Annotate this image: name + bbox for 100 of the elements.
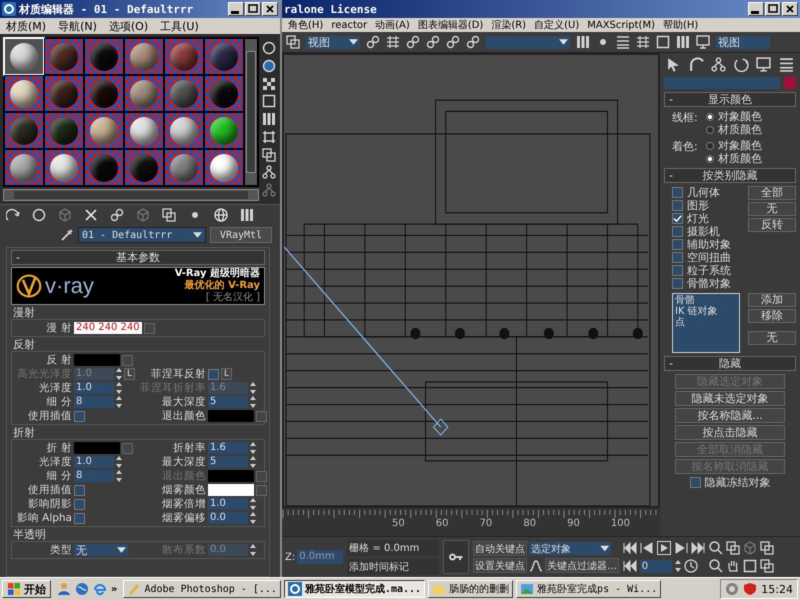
viewport-dropdown[interactable]: 视图 — [716, 36, 770, 48]
cross-icon[interactable] — [84, 208, 98, 222]
spinner-field[interactable]: 1.0 — [74, 382, 114, 394]
arc-icon[interactable] — [688, 57, 704, 72]
menu-item[interactable]: 材质(M) — [6, 18, 46, 34]
sphere-icon[interactable] — [262, 58, 276, 73]
material-name-dropdown[interactable]: 01 - Defaultrrr — [78, 227, 206, 243]
menu-item[interactable]: MAXScript(M) — [587, 20, 655, 30]
material-slot[interactable] — [5, 150, 43, 185]
material-slot[interactable] — [205, 76, 243, 111]
checkbox[interactable] — [208, 368, 219, 380]
checkbox[interactable] — [672, 187, 683, 198]
stack-icon[interactable] — [616, 35, 630, 49]
checkbox[interactable] — [690, 477, 700, 488]
spinner-arrows-icon[interactable] — [250, 396, 256, 408]
cube-icon[interactable] — [136, 208, 150, 222]
taskbar-button[interactable]: 雅苑卧室完成ps - Wi... — [516, 580, 662, 598]
spinner-field[interactable]: 1.0 — [74, 456, 114, 468]
menu-item[interactable]: 帮助(H) — [662, 18, 698, 32]
copy-icon[interactable] — [760, 559, 774, 573]
clock-icon[interactable] — [684, 559, 698, 573]
rollout-header[interactable]: - 显示颜色 — [664, 92, 796, 107]
reference-dropdown[interactable]: 视图 — [306, 36, 360, 48]
material-slot[interactable] — [5, 76, 43, 111]
color-swatch[interactable]: 240 240 240 — [74, 322, 142, 334]
copy-icon[interactable] — [726, 541, 740, 555]
color-swatch[interactable] — [208, 484, 254, 496]
tree-icon[interactable] — [262, 165, 276, 180]
material-type-button[interactable]: VRayMtl — [210, 227, 272, 243]
rollout-header[interactable]: - 按类别隐藏 — [664, 168, 796, 183]
taskbar-button[interactable]: 雅苑卧室模型完成.ma... — [284, 580, 426, 598]
vertical-scrollbar[interactable] — [245, 39, 257, 185]
checkbox[interactable] — [672, 252, 683, 263]
browser-icon[interactable] — [93, 582, 107, 596]
arrow-icon[interactable] — [6, 208, 20, 222]
menu-item[interactable]: 动画(A) — [375, 18, 410, 32]
collapse-toggle[interactable]: - — [16, 251, 28, 264]
chain-icon[interactable] — [110, 208, 124, 222]
add-time-tag-button[interactable]: 添加时间标记 — [347, 558, 440, 574]
lock-button[interactable]: L — [221, 368, 232, 380]
columns-icon[interactable] — [262, 112, 276, 126]
material-slot[interactable] — [125, 39, 163, 74]
list-item[interactable]: 骨骼 — [675, 295, 737, 306]
checkbox[interactable] — [74, 410, 85, 422]
object-name-field[interactable] — [664, 77, 780, 89]
person-icon[interactable] — [57, 582, 71, 596]
material-slot[interactable] — [205, 113, 243, 148]
material-slot[interactable] — [85, 113, 123, 148]
checkbox[interactable] — [74, 498, 85, 510]
radio-button[interactable] — [706, 154, 714, 162]
next-icon[interactable] — [674, 541, 688, 555]
selection-set-dropdown[interactable] — [486, 36, 570, 48]
overflow-button[interactable]: » — [111, 584, 118, 594]
checker-icon[interactable] — [262, 76, 276, 90]
dropper-icon[interactable] — [60, 228, 74, 242]
shield-icon[interactable] — [743, 582, 758, 596]
checkbox[interactable] — [672, 226, 683, 237]
radio-button[interactable] — [706, 126, 714, 134]
cube-icon[interactable] — [58, 208, 72, 222]
spinner-arrows-icon[interactable] — [116, 368, 122, 380]
spinner-arrows-icon[interactable] — [116, 396, 122, 408]
menu-item[interactable]: 导航(N) — [58, 18, 97, 34]
hide-button[interactable]: 按名称隐藏... — [675, 408, 785, 423]
minimize-button[interactable] — [228, 2, 244, 16]
rollout-header[interactable]: - 基本参数 — [11, 250, 265, 265]
radio-button[interactable] — [706, 112, 714, 120]
spinner-arrows-icon[interactable] — [116, 470, 122, 482]
material-slot[interactable] — [85, 39, 123, 74]
collapse-toggle[interactable]: - — [669, 357, 681, 370]
category-button[interactable]: 全部 — [748, 186, 796, 200]
material-slot[interactable] — [125, 113, 163, 148]
menu-item[interactable]: 渲染(R) — [491, 18, 526, 32]
category-list[interactable]: 骨骼 IK 链对象 点 — [672, 293, 740, 353]
spinner-field[interactable]: 5 — [208, 456, 248, 468]
color-swatch[interactable] — [74, 442, 120, 454]
minimize-button[interactable] — [748, 2, 764, 16]
prev-icon[interactable] — [640, 541, 654, 555]
color-swatch[interactable] — [74, 354, 120, 366]
copy-icon[interactable] — [262, 148, 276, 162]
first-icon[interactable] — [622, 541, 637, 555]
copy-icon[interactable] — [286, 35, 300, 49]
last-icon[interactable] — [690, 541, 705, 555]
material-slot[interactable] — [45, 76, 83, 111]
close-button[interactable] — [782, 2, 798, 16]
rollout-header[interactable]: - 隐藏 — [664, 356, 796, 371]
monitor-icon[interactable] — [696, 35, 710, 49]
maximize-button[interactable] — [245, 2, 261, 16]
hide-button[interactable]: 按点击隐藏 — [675, 425, 785, 440]
menu-item[interactable]: 角色(H) — [288, 18, 324, 32]
search-icon[interactable] — [708, 541, 723, 555]
chain-icon[interactable] — [366, 35, 380, 49]
list-item[interactable]: 点 — [675, 317, 737, 328]
grid-icon[interactable] — [636, 35, 650, 49]
checkbox[interactable] — [672, 265, 683, 276]
hide-button[interactable]: 隐藏未选定对象 — [675, 391, 785, 406]
spinner-arrows-icon[interactable] — [250, 498, 256, 510]
spinner-field[interactable]: 1.6 — [208, 442, 248, 454]
play-icon[interactable] — [656, 541, 671, 555]
spinner-arrows-icon[interactable] — [116, 456, 122, 468]
columns-icon[interactable] — [240, 208, 254, 222]
